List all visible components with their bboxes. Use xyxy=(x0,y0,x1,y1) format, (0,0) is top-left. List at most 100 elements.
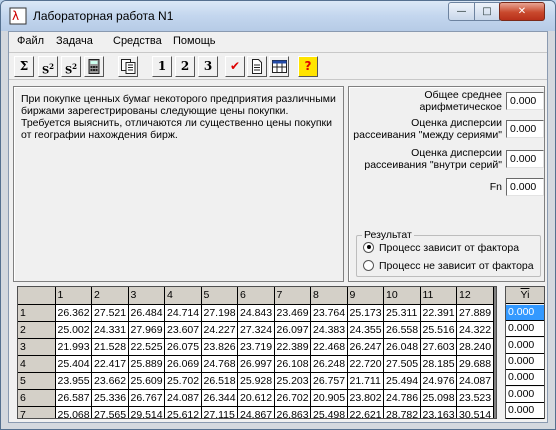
radio-depends[interactable]: Процесс зависит от фактора xyxy=(363,241,519,254)
minimize-icon[interactable]: — xyxy=(448,2,475,21)
grid-cell[interactable]: 24.843 xyxy=(237,304,275,322)
grid-cell[interactable]: 24.227 xyxy=(201,321,238,339)
menu-help[interactable]: Помощь xyxy=(173,35,216,47)
grid-cell[interactable]: 28.240 xyxy=(456,338,494,356)
copy-pages-icon[interactable] xyxy=(118,56,138,77)
variance-s2-icon[interactable]: S2 xyxy=(61,56,81,77)
grid-cell[interactable]: 26.362 xyxy=(55,304,92,322)
grid-cell[interactable]: 24.786 xyxy=(383,389,421,407)
grid-cell[interactable]: 25.336 xyxy=(91,389,129,407)
grid-cell[interactable]: 22.468 xyxy=(310,338,348,356)
grid-cell[interactable]: 24.331 xyxy=(91,321,129,339)
grid-cell[interactable]: 25.002 xyxy=(55,321,92,339)
grid-cell[interactable]: 23.469 xyxy=(274,304,311,322)
grid-cell[interactable]: 30.514 xyxy=(456,406,494,418)
grid-cell[interactable]: 22.525 xyxy=(128,338,165,356)
yi-cell[interactable]: 0.000 xyxy=(506,337,544,354)
grid-cell[interactable]: 29.514 xyxy=(128,406,165,418)
grid-cell[interactable]: 26.558 xyxy=(383,321,421,339)
grid-cell[interactable]: 26.069 xyxy=(164,355,202,373)
maximize-icon[interactable]: □ xyxy=(474,2,500,21)
grid-cell[interactable]: 26.587 xyxy=(55,389,92,407)
within-variance-field[interactable]: 0.000 xyxy=(506,150,544,168)
grid-cell[interactable]: 23.607 xyxy=(164,321,202,339)
grid-cell[interactable]: 25.702 xyxy=(164,372,202,390)
grid-cell[interactable]: 27.521 xyxy=(91,304,129,322)
digit-3-button[interactable]: 3 xyxy=(198,56,218,77)
grid-cell[interactable]: 24.383 xyxy=(310,321,348,339)
grid-cell[interactable]: 26.997 xyxy=(237,355,275,373)
grid-cell[interactable]: 23.662 xyxy=(91,372,129,390)
grid-cell[interactable]: 22.389 xyxy=(274,338,311,356)
radio-not-depends-indicator[interactable] xyxy=(363,259,374,271)
sum-icon[interactable]: Σ xyxy=(14,56,34,77)
grid-cell[interactable]: 20.905 xyxy=(310,389,348,407)
grid-cell[interactable]: 23.523 xyxy=(456,389,494,407)
grid-cell[interactable]: 21.993 xyxy=(55,338,92,356)
grid-cell[interactable]: 22.621 xyxy=(347,406,384,418)
grid-cell[interactable]: 25.494 xyxy=(383,372,421,390)
grid-cell[interactable]: 26.247 xyxy=(347,338,384,356)
grid-cell[interactable]: 24.355 xyxy=(347,321,384,339)
grid-cell[interactable]: 27.324 xyxy=(237,321,275,339)
grid-cell[interactable]: 24.087 xyxy=(456,372,494,390)
fn-field[interactable]: 0.000 xyxy=(506,178,544,196)
grid-cell[interactable]: 25.068 xyxy=(55,406,92,418)
grid-cell[interactable]: 27.603 xyxy=(420,338,457,356)
grid-cell[interactable]: 27.969 xyxy=(128,321,165,339)
document-icon[interactable] xyxy=(247,56,267,77)
grid-cell[interactable]: 24.714 xyxy=(164,304,202,322)
grid-cell[interactable]: 26.518 xyxy=(201,372,238,390)
grid-cell[interactable]: 22.391 xyxy=(420,304,457,322)
table-icon[interactable] xyxy=(269,56,289,77)
grid-cell[interactable]: 21.711 xyxy=(347,372,384,390)
grid-cell[interactable]: 27.198 xyxy=(201,304,238,322)
grid-cell[interactable]: 26.863 xyxy=(274,406,311,418)
calculator-icon[interactable] xyxy=(84,56,104,77)
yi-cell[interactable]: 0.000 xyxy=(506,321,544,338)
title-bar[interactable]: λ Лабораторная работа N1 — □ ✕ xyxy=(1,1,555,31)
grid-cell[interactable]: 27.115 xyxy=(201,406,238,418)
grid-cell[interactable]: 23.764 xyxy=(310,304,348,322)
yi-cell[interactable]: 0.000 xyxy=(506,353,544,370)
radio-not-depends[interactable]: Процесс не зависит от фактора xyxy=(363,259,534,272)
data-grid[interactable]: 1 2 3 4 5 6 7 8 9 10 11 12 1 26.362 27.521 26.484 24.71… xyxy=(17,286,497,419)
grid-cell[interactable]: 26.757 xyxy=(310,372,348,390)
grid-cell[interactable]: 29.688 xyxy=(456,355,494,373)
grid-cell[interactable]: 22.720 xyxy=(347,355,384,373)
grid-cell[interactable]: 25.098 xyxy=(420,389,457,407)
digit-1-button[interactable]: 1 xyxy=(152,56,172,77)
grid-cell[interactable]: 24.087 xyxy=(164,389,202,407)
grid-cell[interactable]: 23.826 xyxy=(201,338,238,356)
grid-cell[interactable]: 25.404 xyxy=(55,355,92,373)
grid-cell[interactable]: 27.565 xyxy=(91,406,129,418)
grid-cell[interactable]: 25.498 xyxy=(310,406,348,418)
grid-cell[interactable]: 28.782 xyxy=(383,406,421,418)
variance-s1-icon[interactable]: S2 xyxy=(38,56,58,77)
grid-cell[interactable]: 27.889 xyxy=(456,304,494,322)
grid-cell[interactable]: 23.955 xyxy=(55,372,92,390)
grand-mean-field[interactable]: 0.000 xyxy=(506,92,544,110)
grid-cell[interactable]: 27.505 xyxy=(383,355,421,373)
grid-cell[interactable]: 26.702 xyxy=(274,389,311,407)
grid-cell[interactable]: 26.484 xyxy=(128,304,165,322)
digit-2-button[interactable]: 2 xyxy=(175,56,195,77)
menu-task[interactable]: Задача xyxy=(56,35,93,47)
grid-cell[interactable]: 24.867 xyxy=(237,406,275,418)
between-variance-field[interactable]: 0.000 xyxy=(506,120,544,138)
grid-cell[interactable]: 26.097 xyxy=(274,321,311,339)
grid-cell[interactable]: 23.163 xyxy=(420,406,457,418)
grid-cell[interactable]: 25.889 xyxy=(128,355,165,373)
close-icon[interactable]: ✕ xyxy=(499,2,545,21)
grid-cell[interactable]: 24.768 xyxy=(201,355,238,373)
grid-cell[interactable]: 26.767 xyxy=(128,389,165,407)
yi-cell[interactable]: 0.000 xyxy=(506,402,544,419)
grid-cell[interactable]: 25.173 xyxy=(347,304,384,322)
grid-cell[interactable]: 26.108 xyxy=(274,355,311,373)
grid-cell[interactable]: 26.075 xyxy=(164,338,202,356)
radio-depends-indicator[interactable] xyxy=(363,241,374,253)
grid-cell[interactable]: 25.311 xyxy=(383,304,421,322)
yi-cell[interactable]: 0.000 xyxy=(506,305,544,321)
grid-cell[interactable]: 25.516 xyxy=(420,321,457,339)
grid-cell[interactable]: 26.248 xyxy=(310,355,348,373)
